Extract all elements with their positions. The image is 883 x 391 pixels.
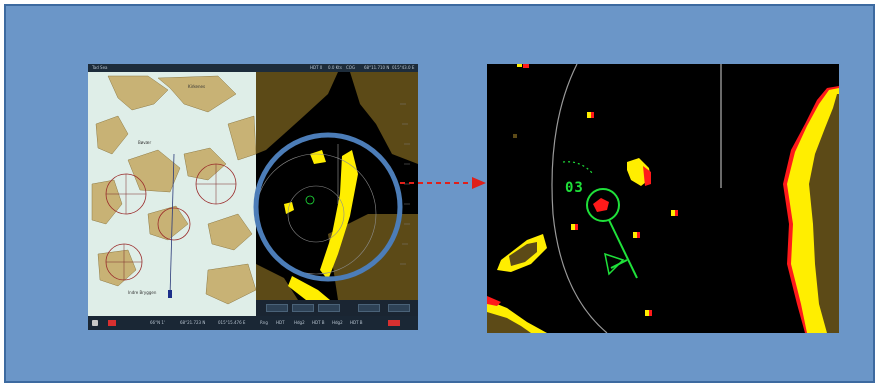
status-item: HDT B bbox=[312, 320, 325, 325]
place-label: Bøvær bbox=[138, 140, 151, 145]
own-ship-icon bbox=[168, 290, 172, 298]
target-id-label: 03 bbox=[565, 180, 584, 196]
small-echo bbox=[517, 64, 522, 67]
ecdis-screenshot: Tad Sea HDT 0 0.0 Kts COG 68°11.710 N 01… bbox=[88, 64, 418, 330]
status-item: HDT B bbox=[350, 320, 363, 325]
status-lat: 68°21.723 N bbox=[180, 320, 206, 325]
place-label: Indre Bryggen bbox=[128, 290, 157, 295]
status-item: Hdg2 bbox=[294, 320, 305, 325]
radar-zoom-view bbox=[487, 64, 839, 333]
radar-control-strip bbox=[256, 300, 418, 316]
status-item: Hdg2 bbox=[332, 320, 343, 325]
radar-control-button[interactable] bbox=[358, 304, 380, 312]
ecdis-status-bar: 66°N 1' 68°21.723 N 015°15.476 E Rng HDT… bbox=[88, 316, 418, 330]
status-position: 66°N 1' bbox=[150, 320, 165, 325]
alarm-icon[interactable] bbox=[108, 320, 116, 326]
status-item: Rng bbox=[260, 320, 268, 325]
radar-control-button[interactable] bbox=[318, 304, 340, 312]
chart-and-radar-view: Kirkenes Bøvær Indre Bryggen bbox=[88, 72, 418, 316]
status-lon: 015°15.476 E bbox=[218, 320, 246, 325]
alert-indicator-icon[interactable] bbox=[388, 320, 400, 326]
radar-control-button[interactable] bbox=[388, 304, 410, 312]
radar-control-button[interactable] bbox=[266, 304, 288, 312]
radar-control-button[interactable] bbox=[292, 304, 314, 312]
place-label: Kirkenes bbox=[188, 84, 205, 89]
dashed-arrow-right-icon bbox=[400, 177, 486, 189]
status-item: HDT bbox=[276, 320, 285, 325]
small-echo bbox=[523, 64, 529, 68]
radar-zoom-screenshot bbox=[487, 64, 839, 333]
home-icon[interactable] bbox=[92, 320, 98, 326]
